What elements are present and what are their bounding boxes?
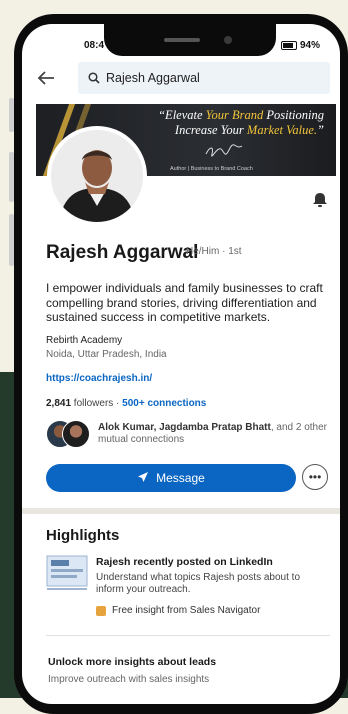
more-options-button[interactable]: ••• <box>302 464 328 490</box>
front-camera <box>224 36 232 44</box>
banner-author: Author | Business to Brand Coach <box>170 166 253 172</box>
mutual-avatars[interactable] <box>46 420 92 448</box>
mutual-connections[interactable]: Alok Kumar, Jagdamba Pratap Bhatt, and 2… <box>98 422 334 446</box>
search-icon <box>88 72 100 84</box>
divider <box>46 635 330 636</box>
mutual-avatar <box>62 420 90 448</box>
battery-icon <box>280 41 297 50</box>
profile-company: Rebirth Academy <box>46 335 123 346</box>
top-bar: Rajesh Aggarwal <box>22 62 340 102</box>
followers-count: 2,841 <box>46 398 72 409</box>
profile-location: Noida, Uttar Pradesh, India <box>46 349 167 360</box>
bell-icon[interactable] <box>312 192 328 213</box>
pronoun-degree: He/Him · 1st <box>186 246 242 257</box>
highlight-description: Understand what topics Rajesh posts abou… <box>96 572 301 595</box>
post-illustration-icon <box>46 555 88 593</box>
status-time: 08:4 <box>84 40 105 51</box>
phone-screen: 08:4 94% Rajesh Aggarwal “Elevate Your B… <box>22 24 340 704</box>
avatar-photo <box>51 130 143 222</box>
search-input[interactable]: Rajesh Aggarwal <box>78 62 330 94</box>
back-arrow-icon[interactable] <box>36 68 56 93</box>
website-link[interactable]: https://coachrajesh.in/ <box>46 373 152 384</box>
highlights-title: Highlights <box>46 527 120 544</box>
search-query: Rajesh Aggarwal <box>106 71 200 85</box>
status-battery: 94% <box>280 40 320 51</box>
profile-headline: I empower individuals and family busines… <box>46 281 323 324</box>
unlock-subtitle: Improve outreach with sales insights <box>48 674 210 685</box>
connections-link[interactable]: 500+ connections <box>122 398 206 409</box>
section-divider <box>22 508 340 514</box>
banner-quote: “Elevate Your Brand Positioning Increase… <box>158 108 324 137</box>
unlock-title[interactable]: Unlock more insights about leads <box>48 656 216 668</box>
sales-navigator-insight: Free insight from Sales Navigator <box>96 605 260 616</box>
highlight-headline[interactable]: Rajesh recently posted on LinkedIn <box>96 556 273 568</box>
message-button[interactable]: Message <box>46 464 296 492</box>
camera-notch <box>104 24 276 56</box>
sales-navigator-icon <box>96 605 106 616</box>
battery-level: 94% <box>299 40 320 51</box>
message-label: Message <box>156 471 205 485</box>
speaker-grille <box>164 38 200 42</box>
signature-image <box>204 142 244 165</box>
followers-line: 2,841 followers · 500+ connections <box>46 398 207 409</box>
avatar[interactable] <box>47 126 147 226</box>
ellipsis-icon: ••• <box>308 470 322 484</box>
profile-name: Rajesh Aggarwal <box>46 242 199 263</box>
send-icon <box>137 471 149 486</box>
